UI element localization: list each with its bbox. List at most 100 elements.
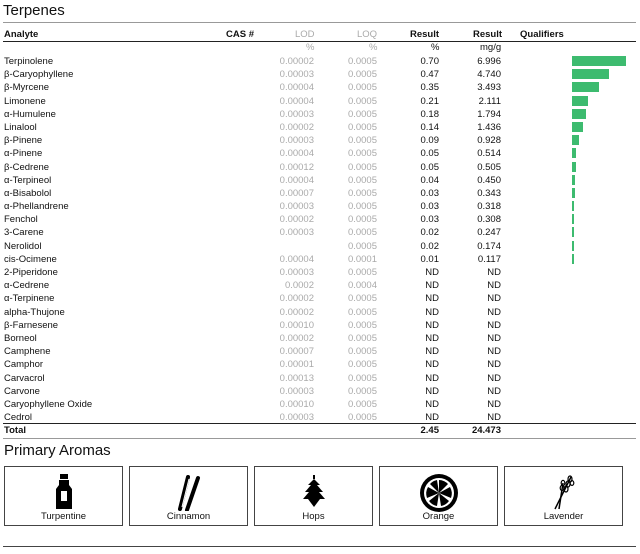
analyte-name: β-Farnesene (4, 319, 59, 331)
result-pct: 0.04 (420, 174, 440, 186)
table-row: Camphene 0.00007 0.0005 ND ND (0, 345, 640, 358)
result-pct: 0.70 (420, 56, 440, 67)
result-mg: ND (487, 359, 501, 371)
aroma-card-lavender: Lavender (504, 466, 623, 526)
aroma-label: Lavender (543, 511, 584, 522)
divider (3, 22, 636, 23)
table-row: Borneol 0.00002 0.0005 ND ND (0, 332, 640, 345)
qualifier-bar (572, 108, 586, 119)
analyte-name: Terpinolene (4, 56, 54, 67)
lod-value: 0.00007 (279, 187, 314, 199)
lod-value: 0.00004 (279, 82, 314, 94)
analyte-name: β-Cedrene (4, 161, 50, 173)
loq-value: 0.0005 (347, 385, 377, 397)
result-mg: ND (487, 372, 501, 384)
lod-value: 0.00001 (279, 359, 314, 371)
aromas-panel: Turpentine Cinnamon Hops Orange Lavender (4, 466, 632, 528)
bottle-icon (55, 474, 72, 509)
lod-value: 0.00003 (279, 201, 314, 213)
qualifier-bar (572, 135, 580, 146)
analyte-name: 3-Carene (4, 227, 44, 239)
loq-value: 0.0005 (347, 121, 377, 133)
lod-value: 0.00012 (279, 161, 314, 173)
analyte-name: Camphene (4, 346, 51, 358)
loq-value: 0.0005 (347, 95, 377, 107)
qualifier-bar (572, 69, 609, 80)
lod-value: 0.00002 (279, 214, 314, 226)
lod-value: 0.00002 (279, 306, 314, 318)
aroma-card-turpentine: Turpentine (4, 466, 123, 526)
analyte-name: α-Cedrene (4, 280, 50, 292)
result-mg: 6.996 (477, 56, 501, 67)
aroma-card-cinnamon: Cinnamon (129, 466, 248, 526)
loq-value: 0.0005 (347, 108, 377, 120)
loq-value: 0.0005 (347, 187, 377, 199)
qualifier-bar (572, 214, 575, 225)
unit-loq: % (369, 42, 378, 53)
result-mg: 0.928 (477, 135, 501, 147)
lod-value: 0.00003 (279, 135, 314, 147)
analyte-name: β-Myrcene (4, 82, 50, 94)
result-mg: 0.505 (477, 161, 501, 173)
qualifier-bar (572, 95, 589, 106)
lod-value: 0.00010 (279, 319, 314, 331)
unit-pct: % (431, 42, 440, 53)
result-pct: 0.18 (420, 108, 440, 120)
unit-mg: mg/g (480, 42, 502, 53)
analyte-name: cis-Ocimene (4, 253, 57, 265)
table-row: α-Bisabolol 0.00007 0.0005 0.03 0.343 (0, 187, 640, 200)
hops-icon (302, 475, 325, 507)
aroma-label: Hops (302, 511, 325, 522)
result-mg: 0.318 (477, 201, 501, 213)
loq-value: 0.0005 (347, 161, 377, 173)
loq-value: 0.0004 (347, 280, 377, 292)
qualifier-bar (572, 82, 599, 93)
aroma-card-orange: Orange (379, 466, 498, 526)
analyte-name: α-Terpineol (4, 174, 52, 186)
header-lod: LOD (295, 29, 315, 40)
table-row: alpha-Thujone 0.00002 0.0005 ND ND (0, 306, 640, 319)
loq-value: 0.0005 (347, 214, 377, 226)
loq-value: 0.0005 (347, 306, 377, 318)
divider (3, 546, 636, 547)
result-mg: ND (487, 346, 501, 358)
aromas-title: Primary Aromas (4, 442, 111, 459)
result-mg: ND (487, 398, 501, 410)
lod-value: 0.00007 (279, 346, 314, 358)
analyte-name: Nerolidol (4, 240, 42, 252)
result-mg: ND (487, 267, 501, 278)
header-loq: LOQ (357, 29, 378, 40)
loq-value: 0.0005 (347, 135, 377, 147)
table-row: β-Farnesene 0.00010 0.0005 ND ND (0, 319, 640, 332)
analyte-name: Camphor (4, 359, 44, 371)
analyte-name: Carvone (4, 385, 40, 397)
analyte-name: Linalool (4, 121, 37, 133)
result-pct: ND (425, 280, 439, 292)
table-row: α-Pinene 0.00004 0.0005 0.05 0.514 (0, 147, 640, 160)
lod-value: 0.00003 (279, 108, 314, 120)
result-pct: 0.47 (420, 69, 440, 81)
lod-value: 0.00003 (279, 69, 314, 81)
result-mg: 0.117 (477, 253, 501, 265)
qualifier-bar (572, 148, 576, 159)
qualifier-bar (572, 201, 575, 212)
qualifier-bar (572, 121, 583, 132)
qualifier-bar (572, 227, 574, 238)
loq-value: 0.0005 (347, 293, 377, 305)
table-row: α-Phellandrene 0.00003 0.0005 0.03 0.318 (0, 200, 640, 213)
lod-value: 0.00004 (279, 253, 314, 265)
aroma-label: Turpentine (40, 511, 87, 522)
qualifier-bar (572, 187, 575, 198)
result-mg: 1.436 (477, 121, 501, 133)
result-mg: ND (487, 385, 501, 397)
result-mg: ND (487, 332, 501, 344)
table-row: Caryophyllene Oxide 0.00010 0.0005 ND ND (0, 398, 640, 411)
loq-value: 0.0005 (347, 319, 377, 331)
table-row: Carvacrol 0.00013 0.0005 ND ND (0, 372, 640, 385)
terpene-table: Terpinolene 0.00002 0.0005 0.70 6.996 β-Caryo… (0, 55, 640, 424)
result-pct: 0.02 (420, 227, 440, 239)
result-mg: 0.308 (477, 214, 501, 226)
result-pct: ND (425, 398, 439, 410)
lavender-icon (553, 475, 574, 510)
table-row: Carvone 0.00003 0.0005 ND ND (0, 385, 640, 398)
